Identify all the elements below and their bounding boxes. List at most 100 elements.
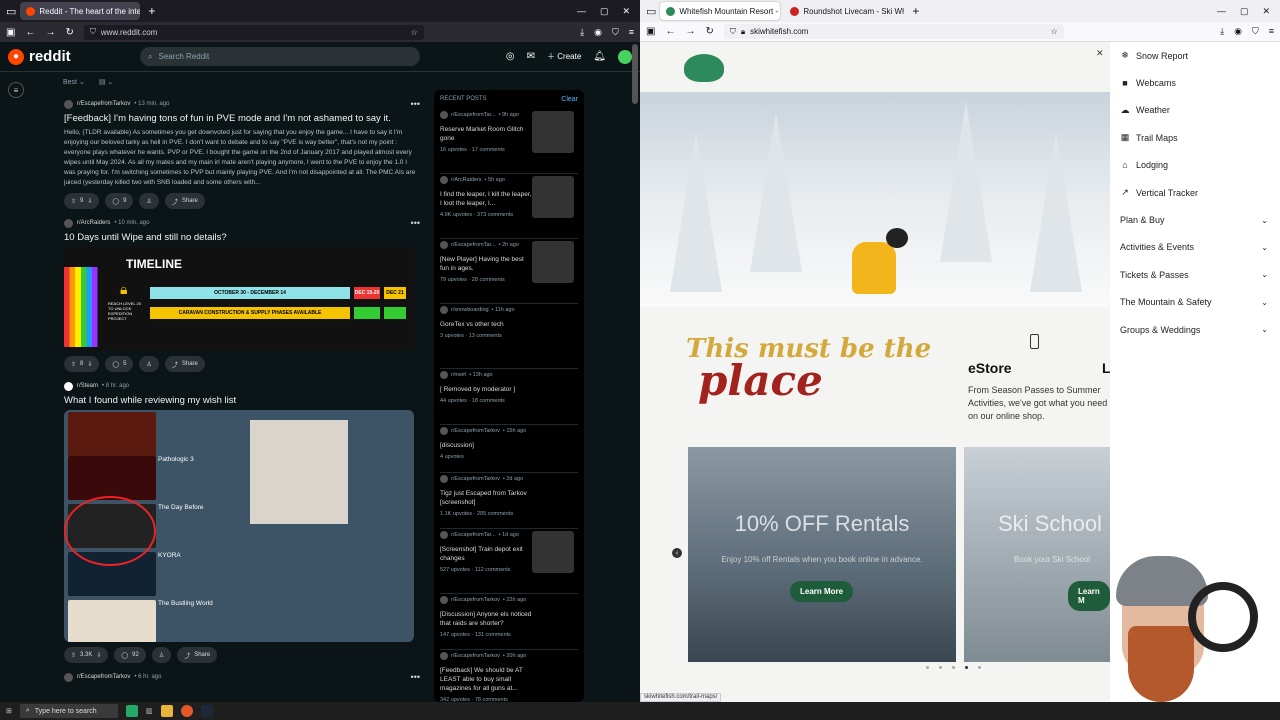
recent-post-item[interactable]: r/snowboarding • 11h ago GoreTex vs other … <box>440 304 578 369</box>
recent-title[interactable]: [discussion] <box>440 441 532 450</box>
recent-title[interactable]: [ Removed by moderator ] <box>440 385 532 394</box>
menu-item-activities-events[interactable]: Activities & Events ⌄ <box>1110 234 1280 261</box>
learn-more-button[interactable]: Learn More <box>790 581 854 602</box>
recent-post-item[interactable]: r/meirl • 13h ago [ Removed by moderator ]… <box>440 369 578 425</box>
clear-button[interactable]: Clear <box>561 96 578 103</box>
subreddit-link[interactable]: r/EscapefromTarkov <box>77 674 130 680</box>
recent-post-item[interactable]: r/EscapefromTarkov • 20h ago [Feedback] We… <box>440 650 578 702</box>
menu-item-plan-buy[interactable]: Plan & Buy ⌄ <box>1110 206 1280 233</box>
recent-post-item[interactable]: r/EscapefromTarkov • 15h ago [discussion] 4… <box>440 425 578 473</box>
close-window-icon[interactable]: ✕ <box>622 6 630 17</box>
extension-icon[interactable]: ◉ <box>1234 26 1242 37</box>
tab-whitefish[interactable]: Whitefish Mountain Resort - Se ✕ <box>660 2 781 20</box>
share-button[interactable]: ⤴ Share <box>164 356 205 372</box>
menu-item-weather[interactable]: ☁ Weather <box>1110 97 1280 124</box>
promo-card-rentals[interactable]: 10% OFF Rentals Enjoy 10% off Rentals wh… <box>688 447 956 662</box>
hamburger-menu-icon[interactable]: ≡ <box>8 82 24 98</box>
comments-button[interactable]: ◯ 92 <box>114 647 146 663</box>
recent-post-item[interactable]: r/EscapefromTarkov • 2d ago Tigz just Esca… <box>440 473 578 529</box>
post-card[interactable]: r/ArcRaiders • 10 min. ago ••• 10 Days u… <box>56 215 420 372</box>
back-icon[interactable]: ← <box>25 27 35 38</box>
forward-icon[interactable]: → <box>45 27 55 38</box>
sort-dropdown[interactable]: Best ⌄ <box>63 78 85 86</box>
more-options-icon[interactable]: ••• <box>411 218 420 228</box>
post-card[interactable]: r/Steam • 8 hr. ago What I found while r… <box>56 378 420 663</box>
post-card[interactable]: r/EscapefromTarkov • 13 min. ago ••• [Fe… <box>56 96 420 209</box>
ads-icon[interactable]: ◎ <box>506 51 515 62</box>
carousel-dot[interactable] <box>952 666 955 669</box>
maximize-icon[interactable]: ▢ <box>600 6 609 17</box>
post-image-timeline[interactable]: TIMELINE OCTOBER 30 - DECEMBER 14 DEC 15… <box>64 247 414 351</box>
new-tab-button[interactable]: + <box>908 4 923 18</box>
subreddit-link[interactable]: r/ArcRaiders <box>77 220 110 226</box>
share-button[interactable]: ⤴ Share <box>164 193 205 209</box>
close-menu-icon[interactable]: ✕ <box>1096 48 1104 59</box>
recent-title[interactable]: [Screenshot] Train depot exit changes <box>440 545 532 563</box>
carousel-prev-icon[interactable]: ‹ <box>672 548 682 558</box>
recent-title[interactable]: I find the leaper, I kill the leaper, I … <box>440 190 532 208</box>
close-window-icon[interactable]: ✕ <box>1262 6 1270 17</box>
award-button[interactable]: ♙ <box>139 356 159 372</box>
menu-item-vertical-tracker[interactable]: ↗ Vertical Tracker <box>1110 179 1280 206</box>
menu-item-snow-report[interactable]: ❄ Snow Report <box>1110 42 1280 69</box>
recent-post-item[interactable]: r/ArcRaiders • 5h ago I find the leaper, I… <box>440 174 578 239</box>
share-button[interactable]: ⤴ Share <box>177 647 218 663</box>
url-bar[interactable]: ⛉ www.reddit.com ☆ <box>83 24 424 40</box>
menu-item-lodging[interactable]: ⌂ Lodging <box>1110 152 1280 179</box>
post-image-wishlist[interactable]: Pathologic 3 The Day Before KYORA The Bu… <box>64 410 414 642</box>
award-button[interactable]: ♙ <box>151 647 172 663</box>
carousel-dot[interactable] <box>939 666 942 669</box>
vote-button[interactable]: ⇧ 8 ⇩ <box>64 356 100 372</box>
recent-post-item[interactable]: r/EscapefromTar... • 2h ago [New Player] H… <box>440 239 578 304</box>
new-tab-button[interactable]: + <box>144 4 159 18</box>
comments-button[interactable]: ◯ 9 <box>105 193 134 209</box>
menu-icon[interactable]: ≡ <box>629 27 634 38</box>
menu-icon[interactable]: ≡ <box>1269 26 1274 37</box>
menu-item-webcams[interactable]: ■ Webcams <box>1110 69 1280 96</box>
chat-icon[interactable]: ✉ <box>527 51 535 62</box>
comments-button[interactable]: ◯ 5 <box>105 356 134 372</box>
carousel-dot[interactable] <box>926 666 929 669</box>
minimize-icon[interactable]: — <box>1217 6 1226 17</box>
pocket-icon[interactable]: ⛉ <box>1252 26 1259 37</box>
menu-item-trail-maps[interactable]: ▦ Trail Maps <box>1110 124 1280 151</box>
avatar[interactable] <box>618 49 632 64</box>
download-icon[interactable]: ⤓ <box>580 27 584 38</box>
more-options-icon[interactable]: ••• <box>411 672 420 682</box>
tab-roundshot[interactable]: Roundshot Livecam - Ski White ✕ <box>784 2 904 20</box>
award-button[interactable]: ♙ <box>139 193 159 209</box>
windows-start-icon[interactable]: ⊞ <box>6 707 12 715</box>
recent-title[interactable]: GoreTex vs other tech <box>440 320 532 329</box>
task-view-icon[interactable]: ▥ <box>146 707 153 715</box>
recent-post-item[interactable]: r/EscapefromTar... • 1d ago [Screenshot] T… <box>440 529 578 594</box>
forward-icon[interactable]: → <box>685 26 695 37</box>
steam-icon[interactable] <box>200 705 213 717</box>
reload-icon[interactable]: ↻ <box>705 26 713 37</box>
taskbar-search[interactable]: ⌕ Type here to search <box>19 704 118 718</box>
create-button[interactable]: ＋ Create <box>547 51 581 62</box>
post-title[interactable]: 10 Days until Wipe and still no details? <box>56 232 420 243</box>
recent-title[interactable]: Reserve Market Room Glitch gone <box>440 125 532 143</box>
notifications-bell-icon[interactable]: 🔔︎ <box>593 51 606 62</box>
firefox-icon[interactable] <box>180 705 193 717</box>
widget-icon[interactable] <box>125 705 138 717</box>
search-input[interactable]: ⌕ Search Reddit <box>140 47 420 66</box>
menu-item-groups-weddings[interactable]: Groups & Weddings ⌄ <box>1110 316 1280 343</box>
tab-reddit[interactable]: Reddit - The heart of the intern ✕ <box>20 2 141 20</box>
vote-button[interactable]: ⇧ 3.3K ⇩ <box>64 647 109 663</box>
download-icon[interactable]: ⤓ <box>1220 26 1224 37</box>
carousel-dot[interactable] <box>978 666 981 669</box>
carousel-dot[interactable] <box>965 666 968 669</box>
recent-title[interactable]: [New Player] Having the best fun in ages… <box>440 255 532 273</box>
subreddit-link[interactable]: r/Steam <box>77 383 98 389</box>
pocket-icon[interactable]: ⛉ <box>612 27 619 38</box>
recent-post-item[interactable]: r/EscapefromTar... • 9h ago Reserve Market… <box>440 109 578 174</box>
post-title[interactable]: What I found while reviewing my wish lis… <box>56 395 420 406</box>
back-icon[interactable]: ← <box>665 26 675 37</box>
recent-post-item[interactable]: r/EscapefromTarkov • 22h ago [Discussion] … <box>440 594 578 650</box>
recent-title[interactable]: [Discussion] Anyone els noticed that rai… <box>440 610 532 628</box>
bookmark-star-icon[interactable]: ☆ <box>1051 27 1058 36</box>
sidebar-icon[interactable]: ▣ <box>646 26 655 37</box>
recent-title[interactable]: [Feedback] We should be AT LEAST able to… <box>440 666 532 693</box>
menu-item-mountain-safety[interactable]: The Mountain & Safety ⌄ <box>1110 289 1280 316</box>
